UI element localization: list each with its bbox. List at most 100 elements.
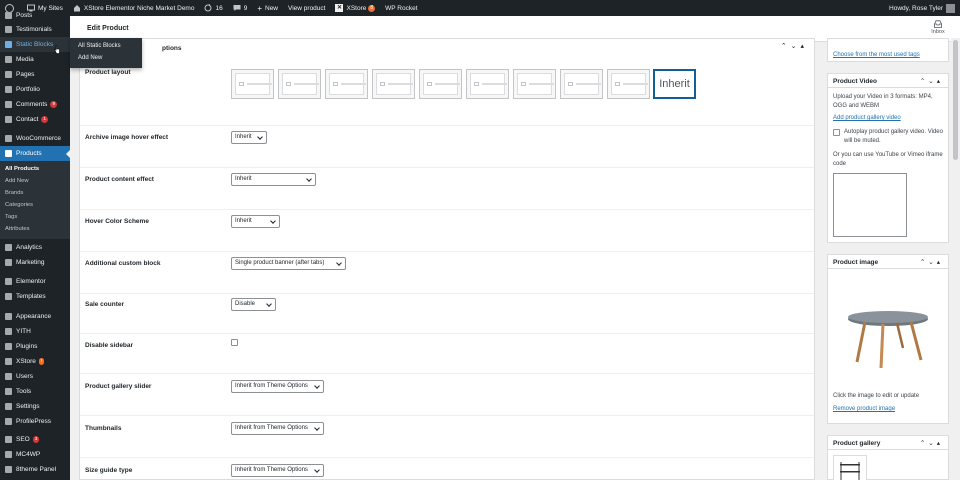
sidebar-item-analytics[interactable]: Analytics xyxy=(0,240,70,255)
updates-menu[interactable]: 16 xyxy=(199,0,227,16)
xstore-menu[interactable]: ✕ XStore 8 xyxy=(330,0,380,16)
sidebar-item-products[interactable]: Products xyxy=(0,146,70,161)
sidebar-item-profilepress[interactable]: ProfilePress xyxy=(0,414,70,429)
sidebar-item-portfolio[interactable]: Portfolio xyxy=(0,82,70,97)
sidebar-item-posts[interactable]: Posts xyxy=(0,8,70,23)
size-guide-select[interactable]: Inherit from Theme Options xyxy=(231,464,324,477)
sale-counter-value: Disable xyxy=(235,301,256,307)
comments-count: 9 xyxy=(243,4,248,12)
disable-sidebar-checkbox[interactable] xyxy=(231,339,238,346)
gallery-thumbnail[interactable] xyxy=(833,455,867,480)
move-down-icon[interactable]: ⌄ xyxy=(791,43,801,50)
sidebar-item-yith[interactable]: YITH xyxy=(0,324,70,339)
custom-block-label: Additional custom block xyxy=(85,260,161,267)
box-controls[interactable]: ⌃⌄▴ xyxy=(920,258,943,266)
page-title: Edit Product xyxy=(87,25,129,32)
autoplay-checkbox[interactable] xyxy=(833,129,840,136)
sidebar-item-marketing[interactable]: Marketing xyxy=(0,255,70,270)
sidebar-item-seo[interactable]: SEO 3 xyxy=(0,432,70,447)
remove-product-image-link[interactable]: Remove product image xyxy=(833,406,895,412)
sidebar-item-testimonials[interactable]: Testimonials xyxy=(0,22,70,37)
sidebar-item-label: MC4WP xyxy=(16,451,41,458)
product-image-thumbnail[interactable] xyxy=(833,276,943,386)
scrollbar-thumb[interactable] xyxy=(953,40,958,160)
submenu-all-products[interactable]: All Products xyxy=(5,166,39,172)
page-scrollbar[interactable] xyxy=(951,38,960,480)
submenu-brands[interactable]: Brands xyxy=(5,190,23,196)
sidebar-item-comments[interactable]: Comments 9 xyxy=(0,97,70,112)
iframe-code-textarea[interactable] xyxy=(833,173,907,237)
gallery-slider-select[interactable]: Inherit from Theme Options xyxy=(231,380,324,393)
comments-menu[interactable]: 9 xyxy=(228,0,253,16)
box-controls[interactable]: ⌃⌄▴ xyxy=(920,77,943,85)
sidebar-item-elementor[interactable]: Elementor xyxy=(0,274,70,289)
most-used-tags-link[interactable]: Choose from the most used tags xyxy=(833,52,920,58)
posts-icon xyxy=(5,12,12,19)
sidebar-item-settings[interactable]: Settings xyxy=(0,399,70,414)
account-menu[interactable]: Howdy, Rose Tyler xyxy=(884,0,960,16)
layout-option-inherit[interactable]: Inherit xyxy=(653,69,696,99)
product-gallery-header[interactable]: Product gallery ⌃⌄▴ xyxy=(828,436,948,450)
layout-option-5[interactable] xyxy=(419,69,462,99)
image-placeholder-icon xyxy=(286,82,291,86)
sidebar-item-xstore[interactable]: XStore! xyxy=(0,354,70,369)
content-effect-select[interactable]: Inherit xyxy=(231,173,316,186)
sidebar-item-label: Media xyxy=(16,56,34,63)
sidebar-item-plugins[interactable]: Plugins xyxy=(0,339,70,354)
sidebar-item-label: Plugins xyxy=(16,343,38,350)
box-controls[interactable]: ⌃⌄▴ xyxy=(920,439,943,447)
layout-option-7[interactable] xyxy=(513,69,556,99)
layout-option-1[interactable] xyxy=(231,69,274,99)
layout-option-2[interactable] xyxy=(278,69,321,99)
move-up-icon[interactable]: ⌃ xyxy=(781,43,791,50)
view-product-link[interactable]: View product xyxy=(283,0,330,16)
shelf-image xyxy=(840,462,860,480)
flyout-add-new[interactable]: Add New xyxy=(78,55,102,61)
sidebar-item-woocommerce[interactable]: WooCommerce xyxy=(0,131,70,146)
panel-controls[interactable]: ⌃⌄▴ xyxy=(781,42,808,50)
site-name-menu[interactable]: XStore Elementor Niche Market Demo xyxy=(68,0,200,16)
static-blocks-flyout: All Static Blocks Add New xyxy=(70,38,142,68)
add-gallery-video-link[interactable]: Add product gallery video xyxy=(833,115,901,121)
size-guide-label: Size guide type xyxy=(85,467,133,474)
sidebar-item-8theme-panel[interactable]: 8theme Panel xyxy=(0,462,70,477)
layout-option-6[interactable] xyxy=(466,69,509,99)
archive-hover-select[interactable]: Inherit xyxy=(231,131,267,144)
inbox-label: Inbox xyxy=(931,29,945,35)
product-image-header[interactable]: Product image ⌃⌄▴ xyxy=(828,255,948,269)
submenu-attributes[interactable]: Attributes xyxy=(5,226,30,232)
custom-block-select[interactable]: Single product banner (after tabs) xyxy=(231,257,346,270)
inbox-button[interactable]: Inbox xyxy=(928,20,948,35)
product-video-header[interactable]: Product Video ⌃⌄▴ xyxy=(828,74,948,88)
contact-icon xyxy=(5,116,12,123)
toggle-panel-icon[interactable]: ▴ xyxy=(800,43,808,50)
submenu-add-new[interactable]: Add New xyxy=(5,178,29,184)
submenu-categories[interactable]: Categories xyxy=(5,202,33,208)
thumbnails-select[interactable]: Inherit from Theme Options xyxy=(231,422,324,435)
chevron-down-icon xyxy=(336,260,342,266)
layout-option-8[interactable] xyxy=(560,69,603,99)
sidebar-item-label: Products xyxy=(16,150,42,157)
sale-counter-select[interactable]: Disable xyxy=(231,298,276,311)
layout-option-9[interactable] xyxy=(607,69,650,99)
sidebar-item-contact[interactable]: Contact 1 xyxy=(0,112,70,127)
new-content-menu[interactable]: + New xyxy=(252,0,283,16)
sidebar-item-label: Appearance xyxy=(16,313,52,320)
custom-block-row: Additional custom block Single product b… xyxy=(80,251,814,293)
sidebar-item-media[interactable]: Media xyxy=(0,52,70,67)
layout-option-4[interactable] xyxy=(372,69,415,99)
submenu-tags[interactable]: Tags xyxy=(5,214,17,220)
sidebar-item-tools[interactable]: Tools xyxy=(0,384,70,399)
sidebar-item-users[interactable]: Users xyxy=(0,369,70,384)
wp-rocket-menu[interactable]: WP Rocket xyxy=(380,0,422,16)
flyout-all-static-blocks[interactable]: All Static Blocks xyxy=(78,43,121,49)
sidebar-item-templates[interactable]: Templates xyxy=(0,289,70,304)
sidebar-item-mc4wp[interactable]: MC4WP xyxy=(0,447,70,462)
chevron-down-icon xyxy=(266,301,272,307)
sidebar-item-pages[interactable]: Pages xyxy=(0,67,70,82)
hover-scheme-select[interactable]: Inherit xyxy=(231,215,280,228)
gallery-slider-label: Product gallery slider xyxy=(85,383,152,390)
layout-option-3[interactable] xyxy=(325,69,368,99)
active-arrow-icon xyxy=(66,150,70,158)
sidebar-item-appearance[interactable]: Appearance xyxy=(0,309,70,324)
